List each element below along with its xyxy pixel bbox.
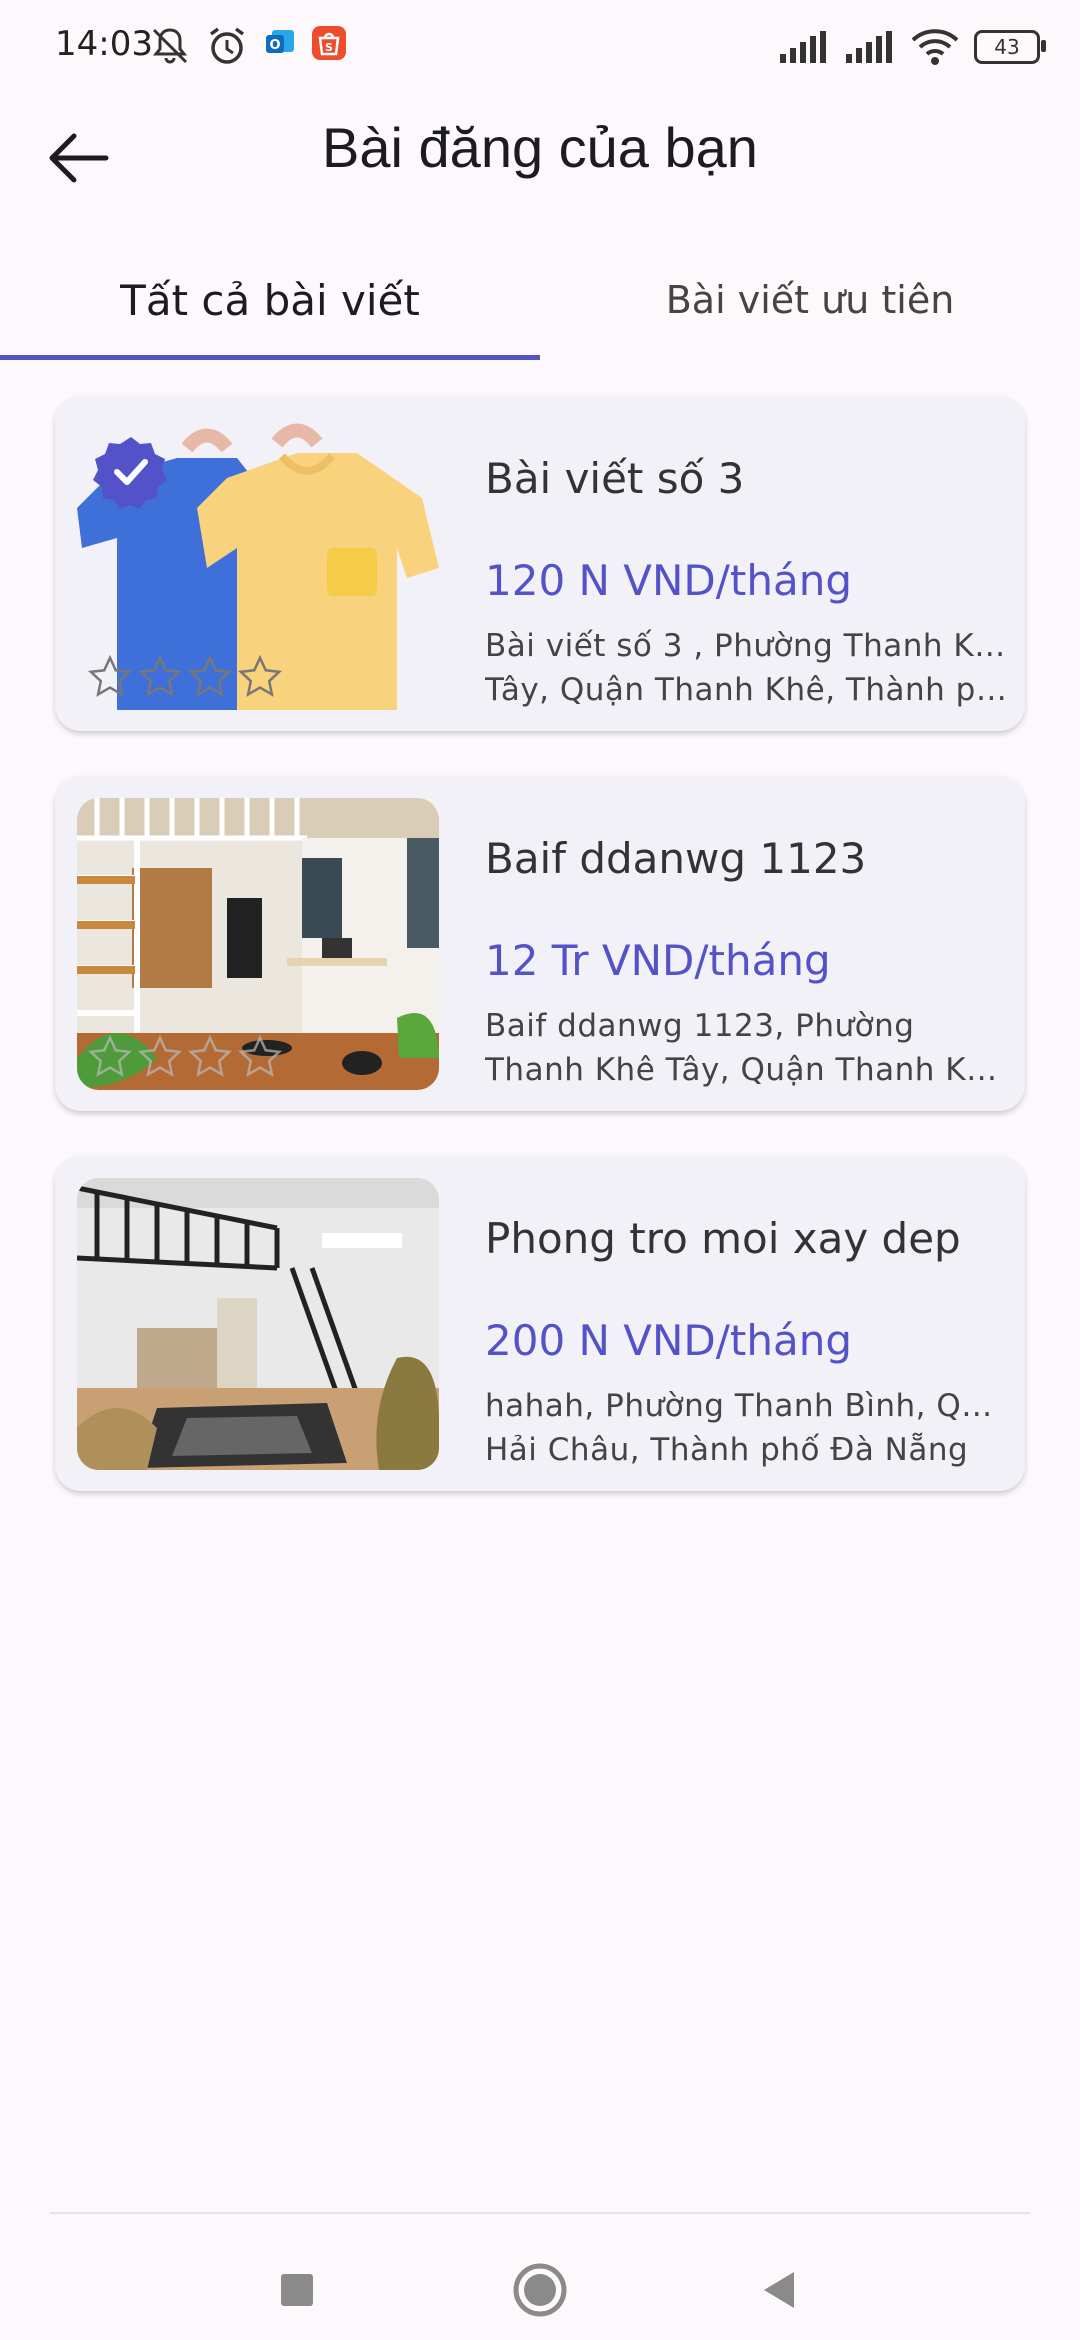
- post-address-line: hahah, Phường Thanh Bình, Quận: [485, 1388, 1010, 1424]
- home-button[interactable]: [495, 2245, 585, 2335]
- star-icon: [137, 654, 183, 697]
- wifi-icon: [911, 29, 959, 65]
- post-address: Bài viết số 3 , Phường Thanh Khê Tây, Qu…: [485, 624, 1010, 712]
- star-icon: [87, 1034, 133, 1077]
- status-right: 43: [778, 22, 1046, 72]
- tab-bar: Tất cả bài viết Bài viết ưu tiên: [0, 240, 1080, 360]
- alarm-icon: [209, 27, 245, 64]
- svg-text:O: O: [269, 38, 280, 53]
- post-image: [77, 418, 439, 710]
- battery-icon: 43: [974, 30, 1046, 64]
- recent-apps-button[interactable]: [252, 2245, 342, 2335]
- verified-badge-icon: [93, 434, 169, 514]
- post-image: [77, 798, 439, 1090]
- star-icon: [237, 654, 283, 697]
- post-address-line: Tây, Quận Thanh Khê, Thành ph...: [485, 672, 1010, 708]
- tab-indicator: [0, 355, 540, 360]
- post-address-line: Hải Châu, Thành phố Đà Nẵng: [485, 1432, 969, 1468]
- svg-text:S: S: [325, 41, 333, 54]
- recent-apps-icon: [281, 2274, 313, 2306]
- post-price: 200 N VND/tháng: [485, 1316, 853, 1365]
- page-title: Bài đăng của bạn: [322, 116, 758, 179]
- post-price: 12 Tr VND/tháng: [485, 936, 831, 985]
- post-address-line: Thanh Khê Tây, Quận Thanh Khê...: [485, 1052, 1010, 1088]
- post-address-line: Bài viết số 3 , Phường Thanh Khê: [485, 628, 1010, 664]
- star-icon: [187, 654, 233, 697]
- post-title: Bài viết số 3: [485, 454, 745, 503]
- status-time: 14:03: [55, 24, 153, 64]
- star-icon: [187, 1034, 233, 1077]
- nav-divider: [50, 2212, 1030, 2214]
- star-icon: [237, 1034, 283, 1077]
- post-address-line: Baif ddanwg 1123, Phường: [485, 1008, 915, 1044]
- battery-level: 43: [994, 35, 1020, 59]
- shopee-icon: S: [312, 26, 346, 60]
- back-nav-button[interactable]: [735, 2245, 825, 2335]
- post-title: Baif ddanwg 1123: [485, 834, 867, 883]
- post-address: Baif ddanwg 1123, Phường Thanh Khê Tây, …: [485, 1004, 1010, 1092]
- post-card[interactable]: Bài viết số 3 120 N VND/tháng Bài viết s…: [55, 396, 1025, 731]
- tab-all-posts[interactable]: Tất cả bài viết: [0, 240, 540, 360]
- post-price: 120 N VND/tháng: [485, 556, 853, 605]
- mute-icon: [152, 28, 188, 64]
- room-interior-photo: [77, 1178, 439, 1470]
- rating-stars: [87, 654, 283, 700]
- star-icon: [137, 1034, 183, 1077]
- post-card[interactable]: Baif ddanwg 1123 12 Tr VND/tháng Baif dd…: [55, 776, 1025, 1111]
- tab-priority-posts[interactable]: Bài viết ưu tiên: [540, 240, 1080, 360]
- star-icon: [87, 654, 133, 697]
- signal-icon: [846, 31, 892, 63]
- status-bar: 14:03 O S 43: [0, 0, 1080, 96]
- post-card[interactable]: Phong tro moi xay dep 200 N VND/tháng ha…: [55, 1156, 1025, 1491]
- post-address: hahah, Phường Thanh Bình, Quận Hải Châu,…: [485, 1384, 1010, 1472]
- back-icon: [764, 2272, 794, 2308]
- rating-stars: [87, 1034, 283, 1080]
- post-image: [77, 1178, 439, 1470]
- post-title: Phong tro moi xay dep: [485, 1214, 961, 1263]
- signal-icon: [780, 31, 826, 63]
- outlook-icon: O: [266, 30, 294, 53]
- home-icon: [513, 2263, 567, 2317]
